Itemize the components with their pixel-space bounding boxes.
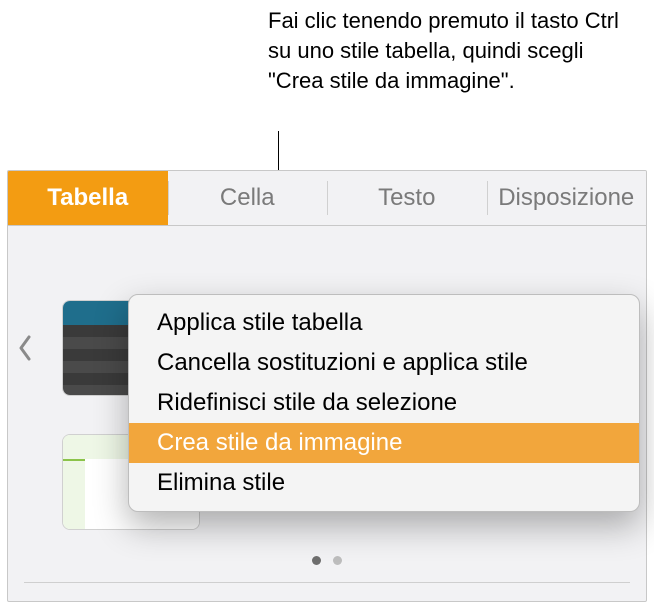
tab-text[interactable]: Testo: [327, 171, 487, 225]
menu-clear-overrides[interactable]: Cancella sostituzioni e applica stile: [129, 343, 639, 383]
table-style-context-menu: Applica stile tabella Cancella sostituzi…: [128, 294, 640, 512]
styles-page-dots: [8, 556, 646, 565]
menu-item-label: Applica stile tabella: [157, 309, 362, 337]
page-dot-2[interactable]: [333, 556, 342, 565]
menu-apply-style[interactable]: Applica stile tabella: [129, 303, 639, 343]
menu-item-label: Elimina stile: [157, 469, 285, 497]
chevron-left-icon: [18, 335, 32, 361]
tab-cell[interactable]: Cella: [168, 171, 328, 225]
tab-table-label: Tabella: [47, 184, 128, 212]
section-divider: [24, 582, 630, 583]
menu-delete-style[interactable]: Elimina stile: [129, 463, 639, 503]
menu-item-label: Cancella sostituzioni e applica stile: [157, 349, 528, 377]
tab-layout-label: Disposizione: [498, 184, 634, 212]
callout-text: Fai clic tenendo premuto il tasto Ctrl s…: [268, 6, 628, 96]
menu-item-label: Crea stile da immagine: [157, 429, 402, 457]
tab-layout[interactable]: Disposizione: [487, 171, 647, 225]
menu-item-label: Ridefinisci stile da selezione: [157, 389, 457, 417]
tab-cell-label: Cella: [220, 184, 275, 212]
menu-create-style-from-image[interactable]: Crea stile da immagine: [129, 423, 639, 463]
tab-text-label: Testo: [378, 184, 435, 212]
inspector-tabs: Tabella Cella Testo Disposizione: [8, 171, 646, 226]
styles-prev-button[interactable]: [14, 326, 36, 370]
page-dot-1[interactable]: [312, 556, 321, 565]
tab-table[interactable]: Tabella: [8, 171, 168, 225]
menu-redefine-from-selection[interactable]: Ridefinisci stile da selezione: [129, 383, 639, 423]
